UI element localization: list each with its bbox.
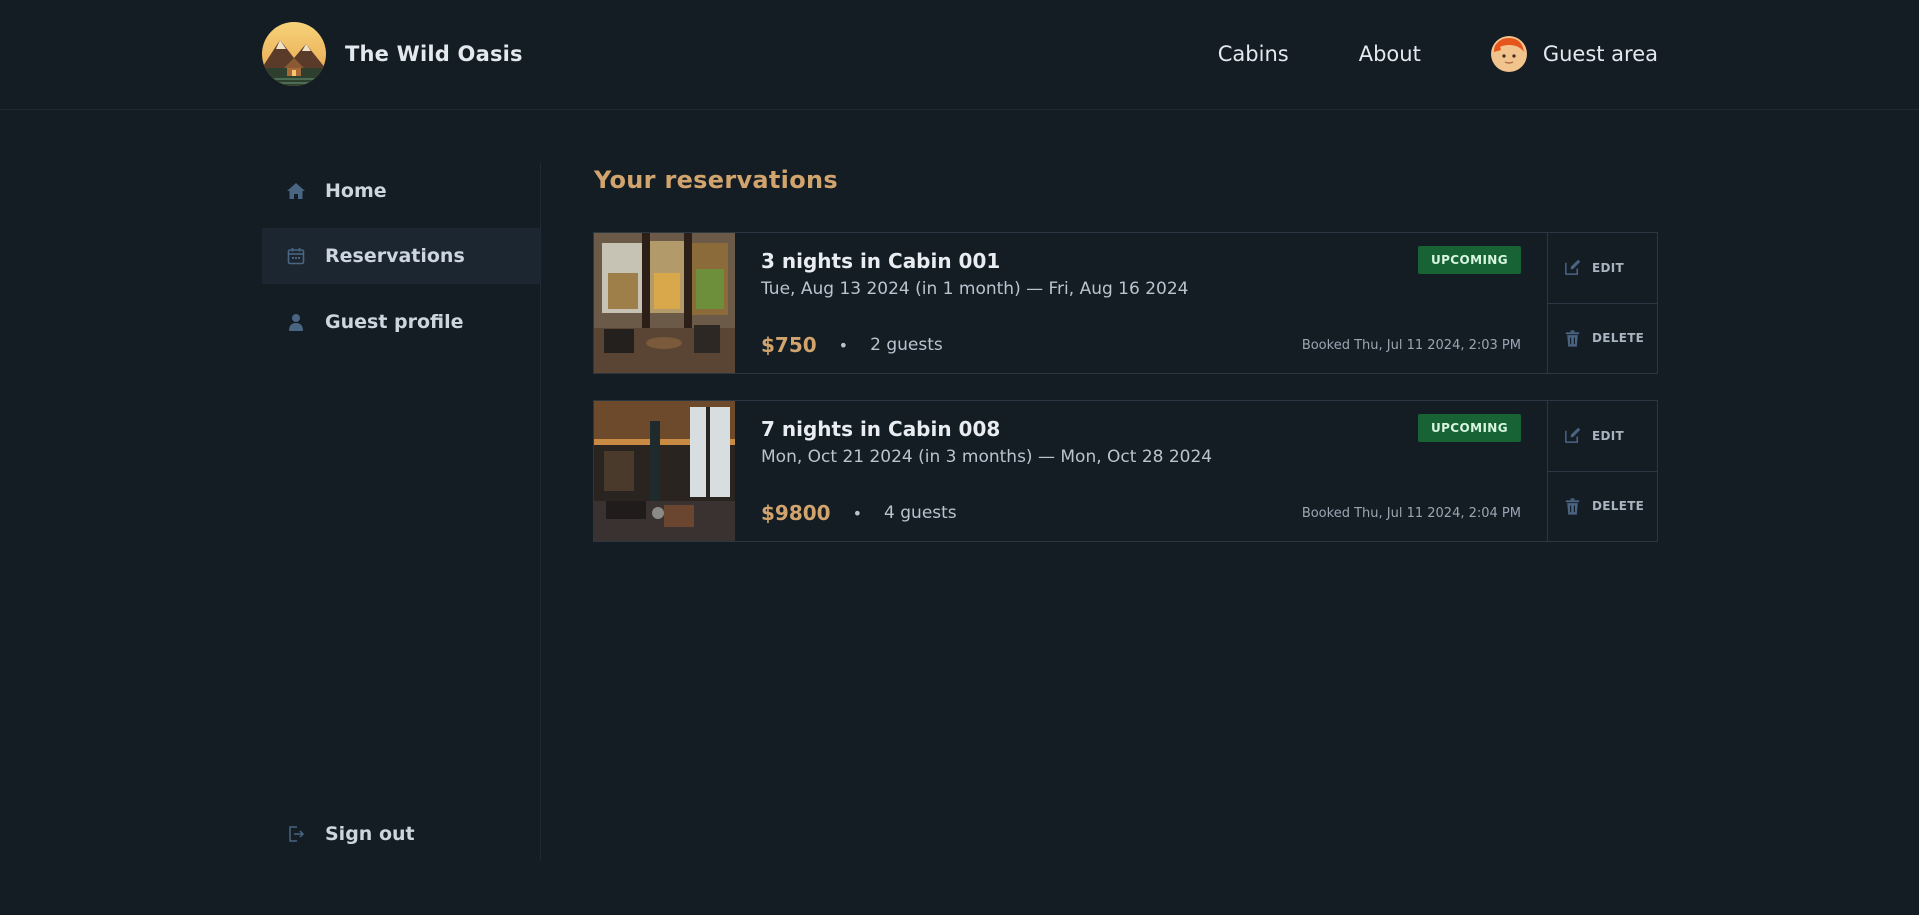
- reservation-details: 7 nights in Cabin 008 Mon, Oct 21 2024 (…: [735, 401, 1547, 541]
- status-badge: UPCOMING: [1417, 246, 1521, 274]
- cabin-thumbnail[interactable]: [594, 401, 735, 541]
- trash-icon: [1565, 498, 1580, 515]
- calendar-icon: [287, 248, 305, 265]
- guest-area-label: Guest area: [1542, 42, 1658, 66]
- separator-dot: •: [838, 335, 849, 355]
- reservation-title: 7 nights in Cabin 008: [761, 417, 1001, 441]
- reservation-dates: Mon, Oct 21 2024 (in 3 months) — Mon, Oc…: [761, 447, 1213, 467]
- delete-label: DELETE: [1592, 499, 1645, 514]
- sidebar-item-label: Guest profile: [325, 311, 464, 333]
- sidebar-item-label: Reservations: [325, 245, 465, 267]
- home-icon: [287, 183, 305, 199]
- edit-label: EDIT: [1592, 260, 1625, 275]
- reservation-actions: EDIT DELETE: [1547, 233, 1657, 373]
- sidebar-item-guest-profile[interactable]: Guest profile: [262, 294, 540, 350]
- reservation-summary: $750 • 2 guests: [761, 333, 943, 357]
- logo-icon: [262, 22, 326, 86]
- reservation-actions: EDIT DELETE: [1547, 401, 1657, 541]
- reservation-price: $750: [761, 333, 817, 357]
- reservation-price: $9800: [761, 501, 831, 525]
- reservation-card: 3 nights in Cabin 001 Tue, Aug 13 2024 (…: [593, 232, 1658, 374]
- pencil-icon: [1565, 427, 1581, 444]
- brand-logo-link[interactable]: The Wild Oasis: [262, 22, 523, 86]
- reservation-summary: $9800 • 4 guests: [761, 501, 957, 525]
- reservation-guests: 4 guests: [884, 503, 957, 523]
- reservation-dates: Tue, Aug 13 2024 (in 1 month) — Fri, Aug…: [761, 279, 1189, 299]
- status-badge: UPCOMING: [1417, 414, 1521, 442]
- avatar: [1490, 36, 1527, 72]
- sign-out-label: Sign out: [325, 823, 415, 845]
- reservation-title: 3 nights in Cabin 001: [761, 249, 1001, 273]
- trash-icon: [1565, 330, 1580, 347]
- edit-button[interactable]: EDIT: [1548, 401, 1657, 471]
- site-header: The Wild Oasis Cabins About Guest area: [0, 0, 1919, 110]
- sidebar-item-home[interactable]: Home: [262, 163, 540, 219]
- pencil-icon: [1565, 259, 1581, 276]
- sidebar-item-label: Home: [325, 180, 387, 202]
- cabin-thumbnail[interactable]: [594, 233, 735, 373]
- sign-out-button[interactable]: Sign out: [262, 806, 540, 862]
- delete-button[interactable]: DELETE: [1548, 470, 1657, 542]
- brand-name: The Wild Oasis: [345, 42, 523, 66]
- nav-guest-area[interactable]: Guest area: [1490, 36, 1658, 72]
- booked-date: Booked Thu, Jul 11 2024, 2:03 PM: [1301, 338, 1521, 353]
- sign-out-icon: [289, 826, 305, 842]
- delete-button[interactable]: DELETE: [1548, 302, 1657, 374]
- nav-about[interactable]: About: [1359, 42, 1421, 66]
- sidebar-item-reservations[interactable]: Reservations: [262, 228, 540, 284]
- account-sidebar: Home Reservations Guest profile Sign out: [262, 163, 541, 860]
- reservation-guests: 2 guests: [870, 335, 943, 355]
- user-icon: [289, 314, 303, 331]
- reservation-card: 7 nights in Cabin 008 Mon, Oct 21 2024 (…: [593, 400, 1658, 542]
- edit-button[interactable]: EDIT: [1548, 233, 1657, 303]
- separator-dot: •: [852, 503, 863, 523]
- main-nav: Cabins About Guest area: [1218, 26, 1658, 82]
- edit-label: EDIT: [1592, 428, 1625, 443]
- nav-cabins[interactable]: Cabins: [1218, 42, 1289, 66]
- reservation-details: 3 nights in Cabin 001 Tue, Aug 13 2024 (…: [735, 233, 1547, 373]
- booked-date: Booked Thu, Jul 11 2024, 2:04 PM: [1301, 506, 1521, 521]
- page-title: Your reservations: [594, 166, 838, 194]
- delete-label: DELETE: [1592, 331, 1645, 346]
